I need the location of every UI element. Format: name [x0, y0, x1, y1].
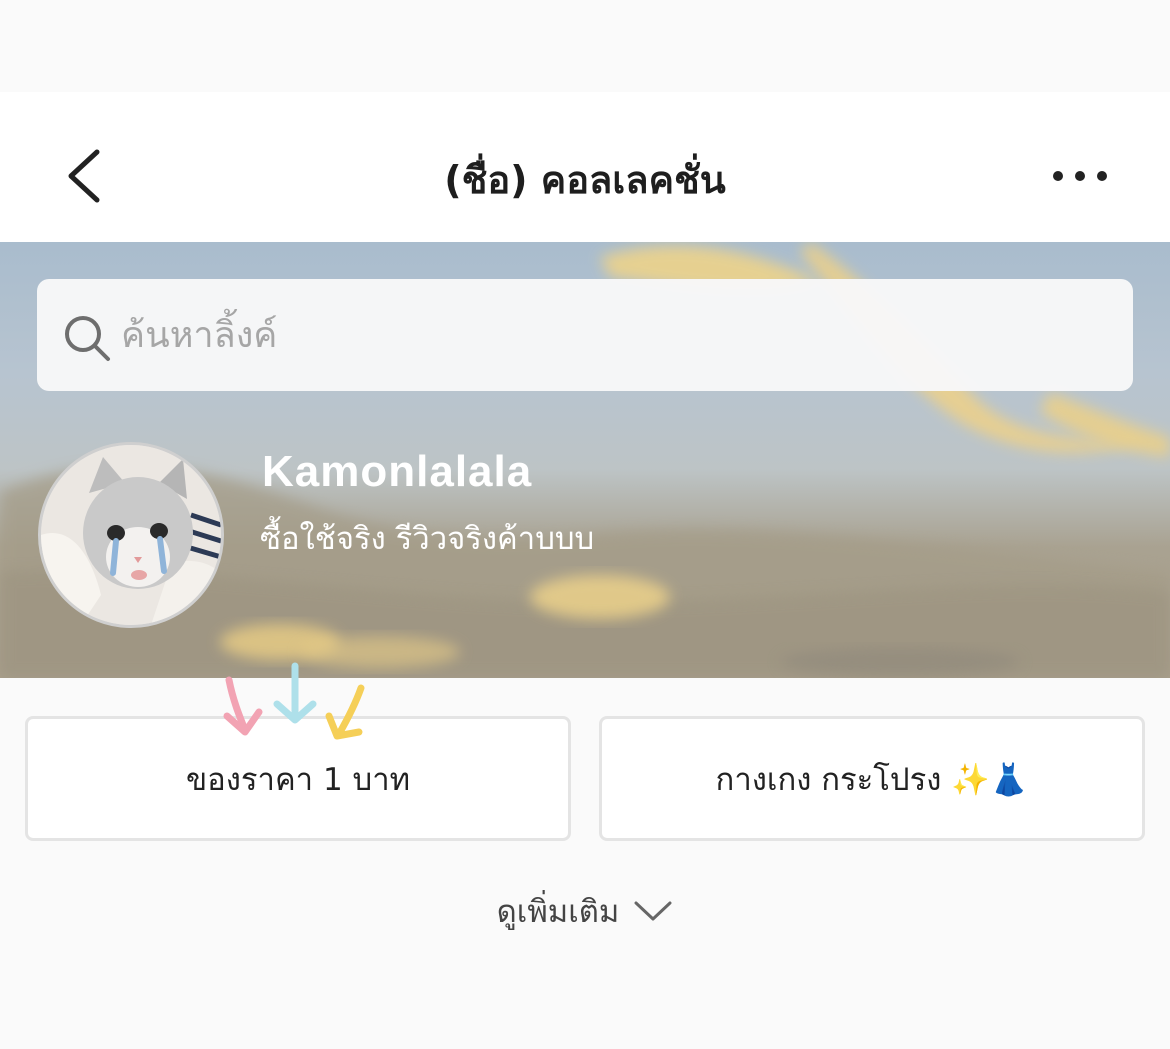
- see-more-button[interactable]: ดูเพิ่มเติม: [0, 880, 1170, 942]
- link-button-label: กางเกง กระโปรง ✨👗: [715, 761, 1029, 798]
- chevron-down-icon: [634, 901, 672, 921]
- link-button-label: ของราคา 1 บาท: [185, 761, 411, 798]
- page-title: (ชื่อ) คอลเลคชั่น: [444, 158, 726, 202]
- see-more-label: ดูเพิ่มเติม: [496, 894, 620, 930]
- search-bar[interactable]: [37, 279, 1133, 391]
- avatar: [38, 442, 224, 628]
- cat-avatar-image: [41, 445, 221, 625]
- more-options-button[interactable]: [1046, 156, 1116, 196]
- back-button[interactable]: [55, 140, 115, 216]
- profile-banner: Kamonlalala ซื้อใช้จริง รีวิวจริงค้าบบบ: [0, 242, 1170, 678]
- status-bar-area: [0, 0, 1170, 92]
- collection-page: (ชื่อ) คอลเลคชั่น ค้นหาลิ้งค์ Kamonlalal…: [0, 0, 1170, 1049]
- blue-arrow-icon: [273, 662, 317, 724]
- back-chevron-icon: [68, 149, 100, 203]
- search-input[interactable]: [121, 301, 1101, 369]
- bottom-area: [0, 965, 1170, 1049]
- decorative-arrows: [223, 662, 365, 740]
- profile-bio: ซื้อใช้จริง รีวิวจริงค้าบบบ: [260, 521, 595, 557]
- yellow-arrow-icon: [325, 684, 365, 740]
- profile-name: Kamonlalala: [262, 447, 533, 496]
- link-button-pants-skirts[interactable]: กางเกง กระโปรง ✨👗: [599, 716, 1145, 841]
- pink-arrow-icon: [223, 676, 263, 736]
- more-dots-icon: [1053, 171, 1107, 181]
- search-icon: [65, 316, 110, 361]
